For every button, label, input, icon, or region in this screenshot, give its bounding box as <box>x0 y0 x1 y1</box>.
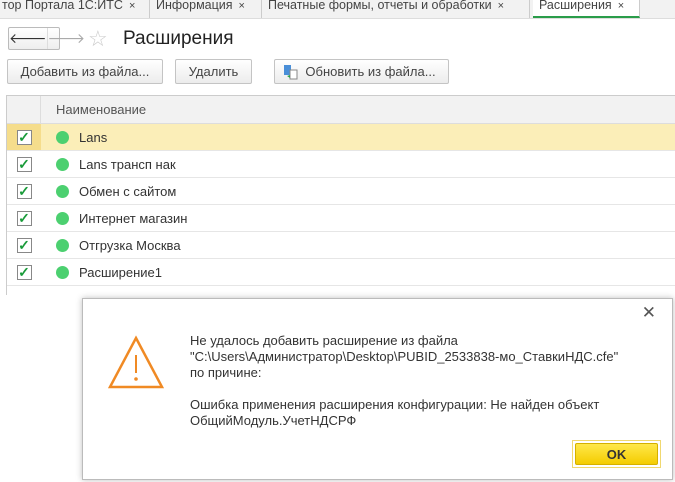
close-icon[interactable]: × <box>618 0 624 12</box>
delete-button[interactable]: Удалить <box>175 59 252 84</box>
tab-extensions[interactable]: Расширения × <box>533 0 640 18</box>
active-checkbox[interactable]: ✓ <box>16 156 32 172</box>
active-checkbox[interactable]: ✓ <box>16 129 32 145</box>
active-checkbox[interactable]: ✓ <box>16 237 32 253</box>
tab-print-forms[interactable]: Печатные формы, отчеты и обработки × <box>262 0 530 18</box>
error-reason: ОбщийМодуль.УчетНДСРФ <box>190 413 357 428</box>
row-name: Lans трансп нак <box>79 156 176 172</box>
active-checkbox[interactable]: ✓ <box>16 183 32 199</box>
add-from-file-button[interactable]: Добавить из файла... <box>7 59 163 84</box>
table-header: Наименование <box>7 96 675 124</box>
tab-info[interactable]: Информация × <box>150 0 262 18</box>
star-icon[interactable]: ☆ <box>88 26 108 52</box>
status-dot-icon <box>56 265 69 279</box>
table-row[interactable]: ✓ Интернет магазин <box>7 205 675 232</box>
update-from-file-button[interactable]: Обновить из файла... <box>274 59 449 84</box>
close-icon[interactable]: × <box>129 0 135 12</box>
column-name[interactable]: Наименование <box>41 96 146 123</box>
tab-label: тор Портала 1С:ИТС <box>2 0 123 12</box>
row-name: Расширение1 <box>79 264 163 280</box>
table-row[interactable]: ✓ Обмен с сайтом <box>7 178 675 205</box>
tab-its-portal[interactable]: тор Портала 1С:ИТС × <box>0 0 150 18</box>
close-icon[interactable]: × <box>498 0 504 12</box>
row-name: Интернет магазин <box>79 210 188 226</box>
row-name: Отгрузка Москва <box>79 237 181 253</box>
tab-label: Расширения <box>539 0 612 12</box>
table-row[interactable]: ✓ Lans трансп нак <box>7 151 675 178</box>
tab-bar: тор Портала 1С:ИТС × Информация × Печатные… <box>0 0 675 19</box>
error-dialog: ✕ Не удалось добавить расширение из файл… <box>82 298 673 480</box>
forward-arrow-icon[interactable]: 🡒 <box>46 28 85 49</box>
close-icon[interactable]: ✕ <box>642 303 656 323</box>
status-dot-icon <box>56 211 69 225</box>
page-title: Расширения <box>123 28 234 49</box>
status-dot-icon <box>56 157 69 171</box>
message-line: по причине: <box>190 365 262 380</box>
warning-icon <box>107 335 165 389</box>
table-row[interactable]: ✓ Отгрузка Москва <box>7 232 675 259</box>
button-label: Обновить из файла... <box>305 64 436 79</box>
error-message: Не удалось добавить расширение из файла … <box>190 333 618 429</box>
message-line: Не удалось добавить расширение из файла <box>190 333 458 348</box>
table-row[interactable]: ✓ Lans <box>7 124 675 151</box>
row-name: Lans <box>79 129 108 145</box>
error-reason: Ошибка применения расширения конфигураци… <box>190 397 600 412</box>
back-arrow-icon[interactable]: 🡐 <box>9 28 47 49</box>
status-dot-icon <box>56 184 69 198</box>
extensions-table: Наименование ✓ Lans ✓ Lans трансп нак ✓ Обм… <box>6 95 675 295</box>
nav-buttons: 🡐 🡒 <box>8 27 85 50</box>
active-checkbox[interactable]: ✓ <box>16 210 32 226</box>
tab-label: Печатные формы, отчеты и обработки <box>268 0 492 12</box>
file-path: "C:\Users\Администратор\Desktop\PUBID_25… <box>190 349 619 364</box>
status-dot-icon <box>56 238 69 252</box>
ok-button-focus: OK <box>572 440 661 468</box>
tab-label: Информация <box>156 0 233 12</box>
row-name: Обмен с сайтом <box>79 183 177 199</box>
update-file-icon <box>284 65 298 80</box>
active-checkbox[interactable]: ✓ <box>16 264 32 280</box>
ok-button[interactable]: OK <box>575 443 658 465</box>
status-dot-icon <box>56 130 69 144</box>
table-row[interactable]: ✓ Расширение1 <box>7 259 675 286</box>
close-icon[interactable]: × <box>239 0 245 12</box>
